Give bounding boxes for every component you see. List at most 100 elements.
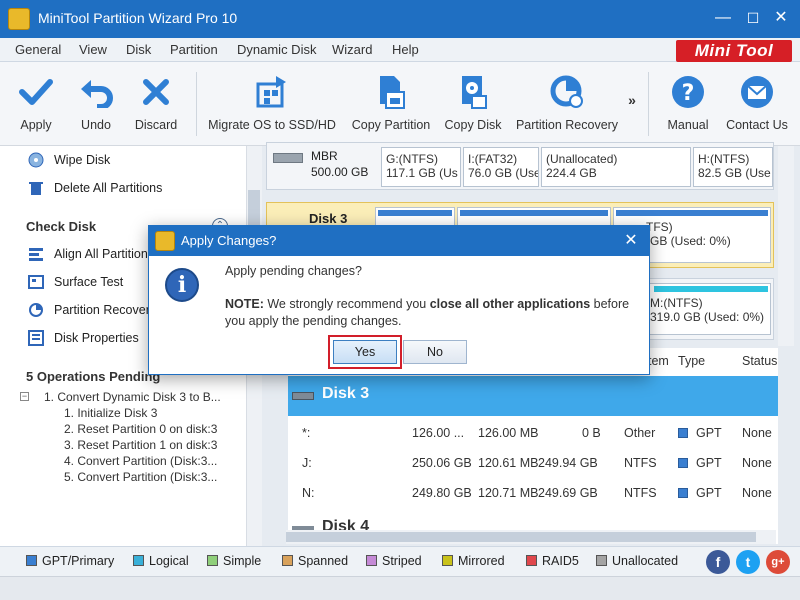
operation-item[interactable]: 5. Convert Partition (Disk:3... [64, 470, 217, 484]
map-scrollbar[interactable] [778, 146, 794, 346]
legend-simple: Simple [207, 554, 261, 568]
disk-3-label: Disk 3 [309, 211, 348, 226]
partition-h[interactable]: H:(NTFS) 82.5 GB (Use [693, 147, 773, 187]
delete-all-partitions-item[interactable]: Delete All Partitions [28, 178, 162, 198]
cell-unused: 249.94 GB [538, 456, 598, 470]
partition-recovery-item[interactable]: Partition Recovery [28, 300, 156, 320]
status-bar [0, 576, 800, 600]
disk-icon [273, 153, 303, 163]
cell-status: None [742, 486, 772, 500]
menu-disk[interactable]: Disk [126, 42, 151, 57]
disk-3-row[interactable]: Disk 3 [288, 376, 778, 416]
dialog-close-button[interactable]: ✕ [621, 231, 641, 251]
facebook-icon[interactable]: f [706, 550, 730, 574]
copy-disk-icon [453, 72, 493, 112]
cell-used: 120.71 MB [478, 486, 539, 500]
properties-icon [28, 330, 46, 346]
surface-test-item[interactable]: Surface Test [28, 272, 123, 292]
menu-help[interactable]: Help [392, 42, 419, 57]
apply-button[interactable]: Apply [10, 72, 62, 132]
operation-item[interactable]: 4. Convert Partition (Disk:3... [64, 454, 217, 468]
legend-logical: Logical [133, 554, 189, 568]
operation-item[interactable]: 3. Reset Partition 1 on disk:3 [64, 438, 217, 452]
info-icon: i [165, 268, 199, 302]
col-header-type[interactable]: Type [678, 354, 705, 368]
operation-item[interactable]: 1. Convert Dynamic Disk 3 to B... [44, 390, 221, 404]
recovery-icon [28, 302, 46, 318]
legend-spanned: Spanned [282, 554, 348, 568]
partition-i[interactable]: I:(FAT32) 76.0 GB (Use [463, 147, 539, 187]
disk-properties-item[interactable]: Disk Properties [28, 328, 139, 348]
cell-unused: 249.69 GB [538, 486, 598, 500]
cell-capacity: 249.80 GB [412, 486, 472, 500]
col-header-system[interactable]: tem [648, 354, 669, 368]
operation-item[interactable]: 2. Reset Partition 0 on disk:3 [64, 422, 217, 436]
legend-unallocated: Unallocated [596, 554, 678, 568]
checkmark-icon [16, 72, 56, 112]
menu-dynamic-disk[interactable]: Dynamic Disk [237, 42, 316, 57]
tree-collapse-icon[interactable]: − [20, 392, 29, 401]
toolbar-separator [196, 72, 197, 136]
gpt-square-icon [678, 488, 688, 498]
partition-recovery-label: Partition Recovery [515, 118, 619, 132]
legend-swatch [366, 555, 377, 566]
maximize-button[interactable]: ☐ [742, 8, 764, 28]
legend-swatch [596, 555, 607, 566]
copy-partition-button[interactable]: Copy Partition [348, 72, 434, 132]
operation-item[interactable]: 1. Initialize Disk 3 [64, 406, 157, 420]
more-tools-button[interactable]: » [624, 92, 640, 108]
partition-unallocated[interactable]: (Unallocated) 224.4 GB [541, 147, 691, 187]
undo-button[interactable]: Undo [72, 72, 120, 132]
partition-recovery-icon [547, 72, 587, 112]
twitter-icon[interactable]: t [736, 550, 760, 574]
disk-2-size: 500.00 GB [311, 165, 369, 179]
legend-bar: GPT/Primary Logical Simple Spanned Strip… [0, 546, 800, 576]
migrate-os-button[interactable]: Migrate OS to SSD/HD [206, 72, 338, 132]
manual-button[interactable]: ? Manual [660, 72, 716, 132]
align-all-partitions-item[interactable]: Align All Partitions [28, 244, 154, 264]
no-button[interactable]: No [403, 340, 467, 364]
cell-fs: NTFS [624, 456, 657, 470]
disk-2-card[interactable]: MBR 500.00 GB G:(NTFS) 117.1 GB (Us I:(FA… [266, 142, 774, 190]
table-hscrollbar[interactable] [286, 530, 776, 544]
minimize-button[interactable]: — [712, 8, 734, 28]
cell-used: 120.61 MB [478, 456, 539, 470]
cell-used: 126.00 MB [478, 426, 539, 440]
cell-fs: Other [624, 426, 656, 440]
align-icon [28, 246, 46, 262]
undo-icon [76, 72, 116, 112]
legend-gpt-primary: GPT/Primary [26, 554, 114, 568]
dialog-message: Apply pending changes? [225, 264, 362, 278]
cell-status: None [742, 426, 772, 440]
legend-swatch [442, 555, 453, 566]
close-button[interactable]: ✕ [770, 8, 792, 28]
menu-view[interactable]: View [79, 42, 107, 57]
svg-text:?: ? [682, 81, 695, 106]
cell-type: GPT [678, 426, 722, 440]
contact-us-button[interactable]: Contact Us [722, 72, 792, 132]
copy-partition-icon [371, 72, 411, 112]
col-header-status[interactable]: Status [742, 354, 777, 368]
menu-partition[interactable]: Partition [170, 42, 218, 57]
wipe-disk-icon [28, 152, 46, 168]
dialog-title: Apply Changes? [181, 233, 277, 248]
cell-type: GPT [678, 456, 722, 470]
discard-button[interactable]: Discard [130, 72, 182, 132]
wipe-disk-item[interactable]: Wipe Disk [28, 150, 110, 170]
partition-recovery-button[interactable]: Partition Recovery [512, 72, 622, 132]
cell-capacity: 126.00 ... [412, 426, 465, 440]
toolbar-separator [648, 72, 649, 136]
app-icon [8, 8, 30, 30]
google-plus-icon[interactable]: g+ [766, 550, 790, 574]
trash-icon [28, 180, 46, 196]
menu-general[interactable]: General [15, 42, 61, 57]
partition-table: tem Type Status Disk 3 *: 126.00 ... 126… [286, 348, 778, 544]
surface-test-icon [28, 274, 46, 290]
toolbar: Apply Undo Discard Migrate OS to SSD/HD … [0, 62, 800, 146]
yes-button[interactable]: Yes [333, 340, 397, 364]
copy-disk-button[interactable]: Copy Disk [442, 72, 504, 132]
menu-wizard[interactable]: Wizard [332, 42, 372, 57]
partition-g[interactable]: G:(NTFS) 117.1 GB (Us [381, 147, 461, 187]
legend-swatch [207, 555, 218, 566]
cell-capacity: 250.06 GB [412, 456, 472, 470]
